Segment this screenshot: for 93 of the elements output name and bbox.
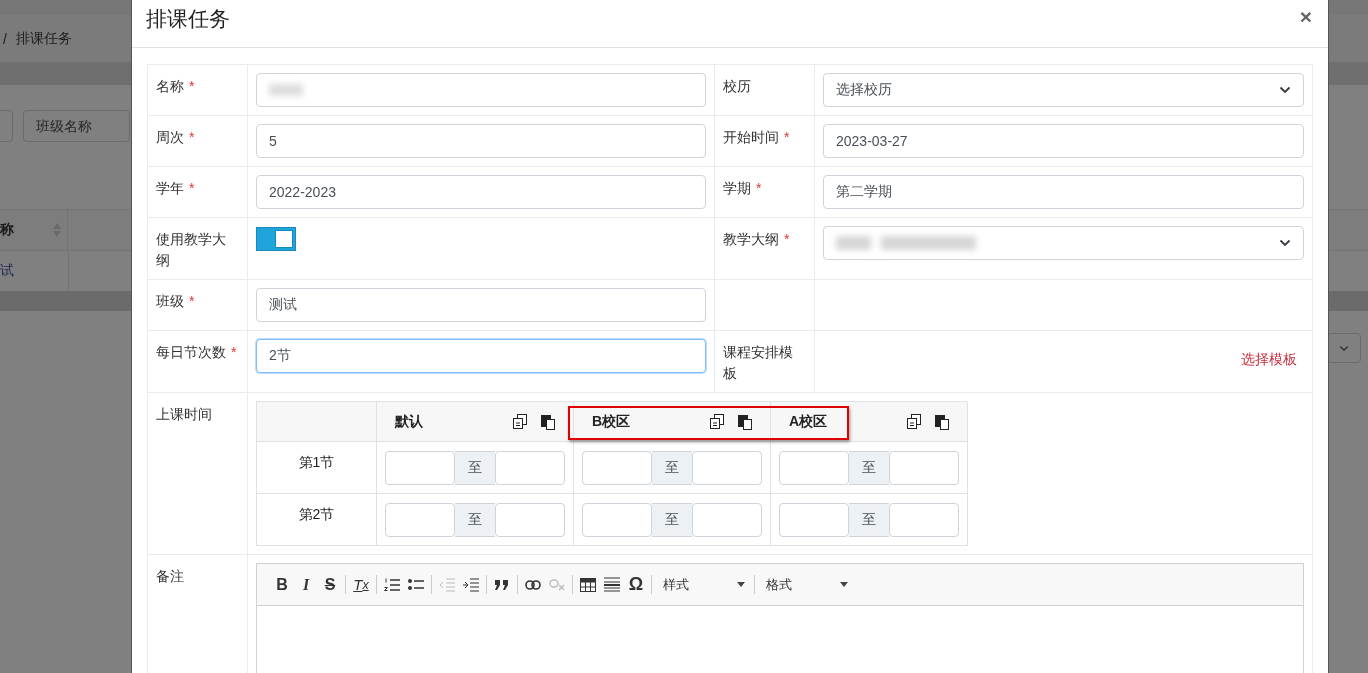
period-label: 第1节	[257, 442, 377, 494]
column-header: 称	[0, 221, 14, 239]
field-value: 第二学期	[836, 183, 892, 201]
required-mark: *	[189, 180, 195, 196]
text-field[interactable]: 2节	[256, 339, 706, 373]
format-dropdown[interactable]: 格式	[758, 575, 854, 594]
indent-icon[interactable]	[463, 577, 479, 592]
field-value: 2节	[269, 347, 291, 365]
end-time-field[interactable]	[495, 502, 565, 537]
paste-icon[interactable]	[541, 413, 555, 430]
field-value: 5	[269, 133, 277, 149]
column-header: 默认	[395, 412, 424, 431]
field-value: 2022-2023	[269, 184, 336, 200]
column-header: B校区	[592, 412, 632, 431]
range-separator: 至	[455, 502, 495, 537]
field-value: 选择校历	[836, 81, 892, 99]
chevron-down-icon	[1339, 344, 1349, 352]
copy-icon[interactable]	[710, 414, 724, 429]
range-separator: 至	[652, 502, 692, 537]
field-label: 教学大纲	[723, 230, 779, 249]
caret-icon	[737, 582, 745, 587]
end-time-field[interactable]	[889, 502, 959, 537]
end-time-field[interactable]	[495, 450, 565, 485]
text-field[interactable]	[256, 73, 706, 107]
field-label: 名称	[156, 77, 184, 96]
field-label: 使用教学大纲	[156, 230, 227, 270]
copy-icon[interactable]	[513, 414, 527, 429]
field-label: 学年	[156, 179, 184, 198]
required-mark: *	[189, 78, 195, 94]
start-time-field[interactable]	[385, 450, 455, 485]
field-label: 周次	[156, 128, 184, 147]
select-template-link[interactable]: 选择模板	[1241, 351, 1297, 369]
start-time-field[interactable]	[385, 502, 455, 537]
field-label: 每日节次数	[156, 343, 226, 362]
text-field[interactable]: 2023-03-27	[823, 124, 1304, 158]
close-button[interactable]: ×	[1299, 4, 1312, 29]
bold-button[interactable]: B	[271, 572, 293, 597]
horizontal-rule-icon[interactable]	[604, 576, 620, 593]
field-label: 课程安排模板	[723, 343, 794, 383]
range-separator: 至	[849, 502, 889, 537]
range-separator: 至	[652, 450, 692, 485]
table-cell[interactable]: 试	[0, 262, 14, 280]
required-mark: *	[231, 344, 237, 360]
blurred-text	[269, 84, 303, 96]
quote-icon[interactable]	[494, 578, 510, 591]
chevron-down-icon	[1279, 86, 1291, 94]
toggle-switch[interactable]	[256, 227, 296, 251]
range-separator: 至	[849, 450, 889, 485]
field-value: 2023-03-27	[836, 133, 908, 149]
end-time-field[interactable]	[692, 450, 762, 485]
copy-icon[interactable]	[907, 414, 921, 429]
start-time-field[interactable]	[779, 502, 849, 537]
required-mark: *	[784, 231, 790, 247]
format-dropdown[interactable]: 样式	[655, 575, 751, 594]
strikethrough-button[interactable]: S	[319, 572, 341, 597]
numbered-list-icon[interactable]	[384, 577, 400, 592]
required-mark: *	[189, 129, 195, 145]
field-label: 上课时间	[156, 406, 212, 422]
column-header: A校区	[789, 412, 829, 431]
field-label: 学期	[723, 179, 751, 198]
select-field[interactable]: 选择校历	[823, 73, 1304, 107]
paste-icon[interactable]	[738, 413, 752, 430]
text-field[interactable]: 2022-2023	[256, 175, 706, 209]
start-time-field[interactable]	[582, 450, 652, 485]
required-mark: *	[784, 129, 790, 145]
link-icon[interactable]	[525, 579, 541, 590]
bullet-list-icon[interactable]	[408, 577, 424, 592]
field-label: 开始时间	[723, 128, 779, 147]
field-value: 测试	[269, 296, 297, 314]
field-label: 校历	[723, 77, 751, 96]
paste-icon[interactable]	[935, 413, 949, 430]
end-time-field[interactable]	[692, 502, 762, 537]
special-character-button[interactable]: Ω	[625, 572, 647, 597]
dialog-title: 排课任务	[146, 5, 230, 32]
text-field[interactable]: 5	[256, 124, 706, 158]
required-mark: *	[189, 293, 195, 309]
start-time-field[interactable]	[779, 450, 849, 485]
text-field[interactable]: 第二学期	[823, 175, 1304, 209]
field-label: 备注	[156, 568, 184, 584]
table-icon[interactable]	[580, 577, 596, 592]
range-separator: 至	[455, 450, 495, 485]
search-field[interactable]: 班级名称	[23, 110, 130, 142]
italic-button[interactable]: I	[295, 572, 317, 597]
required-mark: *	[756, 180, 762, 196]
chevron-down-icon	[1279, 239, 1291, 247]
start-time-field[interactable]	[582, 502, 652, 537]
breadcrumb-item[interactable]: 排课任务	[15, 29, 72, 48]
text-field[interactable]: 测试	[256, 288, 706, 322]
breadcrumb-separator: /	[3, 30, 7, 47]
caret-icon	[840, 582, 848, 587]
end-time-field[interactable]	[889, 450, 959, 485]
period-label: 第2节	[257, 494, 377, 546]
field-label: 班级	[156, 292, 184, 311]
